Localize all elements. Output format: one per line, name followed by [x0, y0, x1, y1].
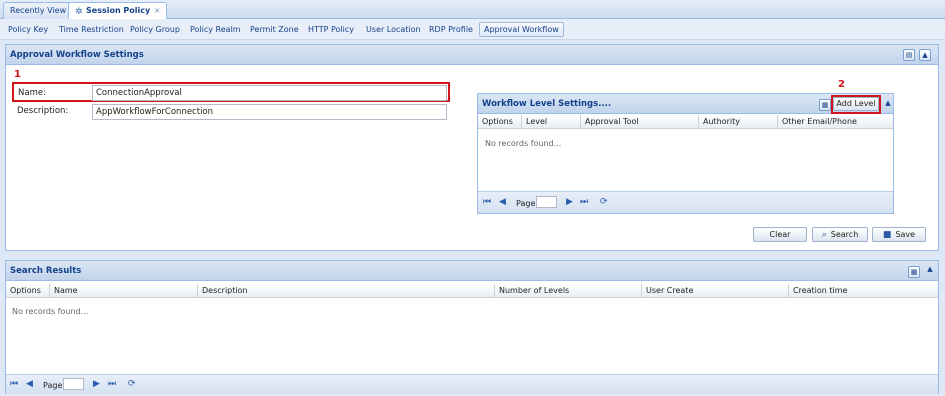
- name-field[interactable]: [92, 85, 447, 101]
- annotation-2: 2: [838, 79, 845, 90]
- nav-policy-group[interactable]: Policy Group: [125, 22, 185, 37]
- tab-label: Recently View: [10, 6, 67, 15]
- gear-icon: ✲: [75, 7, 83, 17]
- nav-approval-workflow[interactable]: Approval Workflow: [479, 22, 564, 37]
- results-empty-message: No records found...: [12, 307, 89, 316]
- col-name[interactable]: Name: [50, 284, 198, 298]
- approval-workflow-settings-panel: Approval Workflow Settings ▤ ▲ 1 Name: D…: [5, 44, 939, 251]
- annotation-1: 1: [14, 69, 21, 80]
- search-icon: ⌕: [821, 230, 827, 240]
- top-tab-strip: Recently View ✲ Session Policy ✕: [0, 0, 945, 20]
- collapse-icon[interactable]: ▲: [924, 264, 936, 276]
- results-panel-title: Search Results: [10, 266, 82, 276]
- prev-page-icon[interactable]: ◀: [499, 197, 506, 208]
- export-icon[interactable]: ▦: [819, 99, 831, 111]
- col-user-create[interactable]: User Create: [642, 284, 789, 298]
- col-number-of-levels[interactable]: Number of Levels: [495, 284, 642, 298]
- col-other-email-phone[interactable]: Other Email/Phone: [778, 115, 893, 129]
- collapse-icon[interactable]: ▲: [919, 49, 931, 61]
- add-level-highlight: [831, 95, 881, 114]
- search-button[interactable]: ⌕ Search: [812, 227, 868, 242]
- policy-subnav: Policy Key Time Restriction Policy Group…: [0, 19, 945, 40]
- refresh-icon[interactable]: ⟳: [600, 197, 608, 208]
- next-page-icon[interactable]: ▶: [93, 379, 100, 390]
- page-label: Page: [43, 381, 63, 390]
- page-input[interactable]: [536, 196, 557, 208]
- nav-policy-key[interactable]: Policy Key: [3, 22, 53, 37]
- next-page-icon[interactable]: ▶: [566, 197, 573, 208]
- panel-header: Approval Workflow Settings: [6, 45, 938, 65]
- save-label: Save: [895, 230, 916, 239]
- page-input[interactable]: [63, 378, 84, 390]
- results-pager: ⏮ ◀ Page ▶ ⏭ ⟳: [6, 374, 938, 394]
- tab-label: Session Policy: [86, 6, 151, 15]
- description-field[interactable]: [92, 104, 447, 120]
- last-page-icon[interactable]: ⏭: [108, 379, 116, 390]
- col-options[interactable]: Options: [6, 284, 50, 298]
- last-page-icon[interactable]: ⏭: [580, 197, 588, 208]
- collapse-icon[interactable]: ▲: [882, 98, 894, 110]
- tab-recently-view[interactable]: Recently View: [3, 2, 74, 19]
- nav-permit-zone[interactable]: Permit Zone: [245, 22, 304, 37]
- nav-rdp-profile[interactable]: RDP Profile: [424, 22, 478, 37]
- nav-policy-realm[interactable]: Policy Realm: [185, 22, 246, 37]
- col-authority[interactable]: Authority: [699, 115, 778, 129]
- workflow-panel-title: Workflow Level Settings....: [482, 99, 612, 109]
- workflow-level-settings-panel: Workflow Level Settings.... ▦ Add Level …: [477, 93, 894, 214]
- close-icon[interactable]: ✕: [154, 7, 160, 15]
- description-label: Description:: [17, 106, 69, 116]
- col-creation-time[interactable]: Creation time: [789, 284, 938, 298]
- nav-time-restriction[interactable]: Time Restriction: [54, 22, 129, 37]
- first-page-icon[interactable]: ⏮: [10, 379, 18, 390]
- page-label: Page: [516, 199, 536, 208]
- workflow-pager: ⏮ ◀ Page ▶ ⏭ ⟳: [478, 191, 893, 213]
- search-results-panel: Search Results ▦ ▲ Options Name Descript…: [5, 260, 939, 394]
- nav-http-policy[interactable]: HTTP Policy: [303, 22, 359, 37]
- save-icon: ■: [882, 230, 892, 240]
- workflow-grid-header: Options Level Approval Tool Authority Ot…: [478, 115, 893, 129]
- prev-page-icon[interactable]: ◀: [26, 379, 33, 390]
- export-icon[interactable]: ▦: [908, 266, 920, 278]
- results-panel-header: Search Results: [6, 261, 938, 281]
- nav-user-location[interactable]: User Location: [361, 22, 426, 37]
- clear-button[interactable]: Clear: [753, 227, 807, 242]
- col-options[interactable]: Options: [478, 115, 522, 129]
- panel-title: Approval Workflow Settings: [10, 50, 144, 60]
- name-label: Name:: [18, 88, 46, 98]
- refresh-icon[interactable]: ⟳: [128, 379, 136, 390]
- search-label: Search: [830, 230, 859, 239]
- col-level[interactable]: Level: [522, 115, 581, 129]
- results-grid-header: Options Name Description Number of Level…: [6, 284, 938, 298]
- workflow-empty-message: No records found...: [485, 139, 562, 148]
- tab-session-policy[interactable]: ✲ Session Policy ✕: [68, 2, 168, 20]
- col-description[interactable]: Description: [198, 284, 495, 298]
- save-button[interactable]: ■ Save: [872, 227, 926, 242]
- first-page-icon[interactable]: ⏮: [483, 197, 491, 208]
- col-approval-tool[interactable]: Approval Tool: [581, 115, 699, 129]
- document-icon[interactable]: ▤: [903, 49, 915, 61]
